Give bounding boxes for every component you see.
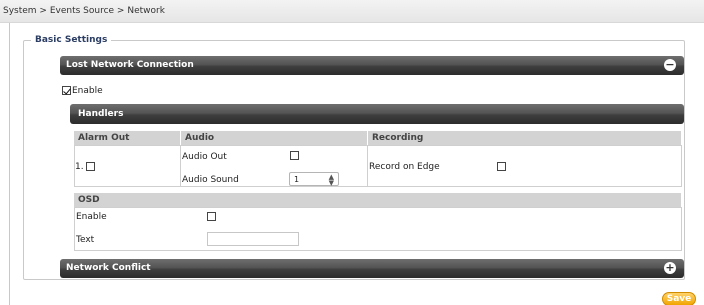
audio-sound-value: 1 (294, 175, 300, 184)
record-on-edge-label: Record on Edge (369, 162, 440, 172)
breadcrumb-bar: System > Events Source > Network (0, 0, 704, 23)
record-on-edge-checkbox[interactable] (497, 162, 506, 171)
lost-network-enable-checkbox[interactable] (62, 86, 71, 95)
audio-out-checkbox[interactable] (290, 151, 299, 160)
column-alarm-out: Alarm Out (74, 131, 180, 145)
plus-circle-icon[interactable]: + (664, 262, 676, 274)
network-conflict-header[interactable]: Network Conflict + (60, 259, 684, 278)
osd-enable-checkbox[interactable] (207, 212, 216, 221)
lost-network-connection-title: Lost Network Connection (66, 60, 194, 70)
save-button[interactable]: Save (662, 292, 696, 305)
osd-text-input[interactable] (207, 232, 299, 246)
handlers-header: Handlers (70, 104, 684, 124)
column-audio: Audio (181, 131, 367, 145)
breadcrumb: System > Events Source > Network (3, 6, 165, 16)
audio-sound-label: Audio Sound (182, 175, 239, 185)
osd-cell (74, 207, 682, 251)
alarm-out-1-label: 1. (75, 162, 84, 172)
basic-settings-legend: Basic Settings (31, 35, 112, 45)
column-recording: Recording (368, 131, 681, 145)
alarm-out-1-checkbox[interactable] (86, 162, 95, 171)
lost-network-connection-header[interactable]: Lost Network Connection − (60, 56, 684, 75)
audio-sound-select[interactable]: 1 ▲ ▼ (289, 172, 339, 187)
minus-circle-icon[interactable]: − (664, 59, 676, 71)
audio-out-label: Audio Out (182, 152, 227, 162)
handlers-title: Handlers (78, 109, 124, 119)
osd-header: OSD (74, 193, 681, 207)
lost-network-enable-label: Enable (72, 86, 103, 96)
select-updown-arrow-icon: ▲ ▼ (328, 173, 334, 187)
osd-text-label: Text (76, 235, 95, 245)
network-conflict-title: Network Conflict (66, 263, 151, 273)
osd-enable-label: Enable (76, 212, 107, 222)
